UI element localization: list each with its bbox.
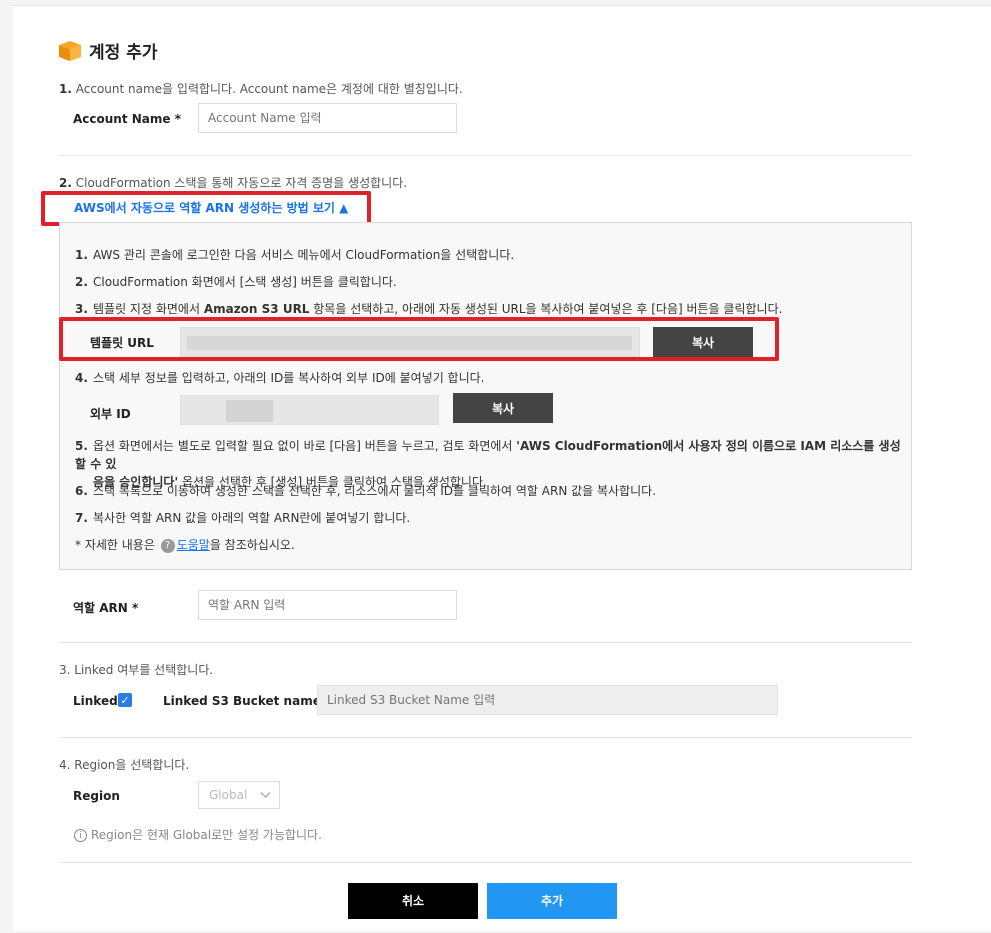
account-name-input[interactable] [198, 103, 457, 133]
chevron-down-icon [260, 792, 271, 798]
guide-step-emphasis: Amazon S3 URL [203, 302, 310, 316]
guide-box: 1. AWS 관리 콘솔에 로그인한 다음 서비스 메뉴에서 CloudForma… [59, 222, 912, 570]
divider [59, 642, 912, 643]
linked-label: Linked [73, 694, 118, 708]
guide-step-text: AWS 관리 콘솔에 로그인한 다음 서비스 메뉴에서 CloudFormati… [93, 248, 515, 262]
step2-description: 2. CloudFormation 스택을 통해 자동으로 자격 증명을 생성합… [59, 174, 407, 191]
step3-number: 3. [59, 663, 71, 677]
guide-step-text: 스택 세부 정보를 입력하고, 아래의 ID를 복사하여 외부 ID에 붙여넣기… [93, 371, 485, 385]
step4-text: Region을 선택합니다. [74, 758, 190, 772]
copy-template-url-button[interactable]: 복사 [653, 327, 753, 357]
account-name-label: Account Name * [73, 112, 181, 126]
region-info-text: Region은 현재 Global로만 설정 가능합니다. [91, 828, 322, 842]
add-button[interactable]: 추가 [487, 883, 617, 919]
linked-checkbox[interactable]: ✓ [118, 693, 132, 707]
page-header: 계정 추가 [59, 38, 157, 63]
linked-bucket-input[interactable] [317, 685, 778, 715]
divider [59, 155, 912, 156]
add-account-panel: 계정 추가 1. Account name을 입력합니다. Account na… [13, 5, 991, 931]
step2-number: 2. [59, 176, 72, 190]
template-url-field[interactable] [180, 327, 640, 357]
guide-step-number: 7. [75, 511, 88, 525]
divider [59, 862, 912, 863]
guide-step-3: 3. 템플릿 지정 화면에서 Amazon S3 URL 항목을 선택하고, 아래… [75, 300, 782, 318]
cancel-button[interactable]: 취소 [348, 883, 478, 919]
guide-step-1: 1. AWS 관리 콘솔에 로그인한 다음 서비스 메뉴에서 CloudForma… [75, 246, 514, 264]
copy-external-id-button[interactable]: 복사 [453, 393, 553, 423]
step4-number: 4. [59, 758, 71, 772]
guide-step-text: 옵션 화면에서는 별도로 입력할 필요 없이 바로 [다음] 버튼을 누르고, … [93, 439, 517, 453]
box-icon [59, 40, 81, 61]
guide-step-number: 1. [75, 248, 88, 262]
guide-step-number: 4. [75, 371, 88, 385]
show-guide-toggle[interactable]: AWS에서 자동으로 역할 ARN 생성하는 방법 보기 ▲ [74, 199, 348, 216]
question-circle-icon: ? [160, 538, 175, 553]
divider [59, 737, 912, 738]
step1-description: 1. Account name을 입력합니다. Account name은 계정… [59, 80, 463, 97]
page-title: 계정 추가 [89, 43, 158, 63]
help-note: * 자세한 내용은 ? 도움말을 참조하십시오. [75, 536, 295, 554]
guide-step-6: 6. 스택 목록으로 이동하여 생성한 스택을 선택한 후, 리소스에서 물리적 … [75, 482, 656, 500]
help-note-text: * 자세한 내용은 [75, 538, 155, 552]
guide-step-number: 2. [75, 275, 88, 289]
redacted-id [226, 400, 273, 422]
region-info: i Region은 현재 Global로만 설정 가능합니다. [74, 826, 322, 843]
redacted-url [187, 336, 632, 350]
guide-step-text: 템플릿 지정 화면에서 [93, 302, 204, 316]
role-arn-label: 역할 ARN * [73, 601, 139, 615]
role-arn-input[interactable] [198, 590, 457, 620]
region-label: Region [73, 789, 120, 803]
region-value: Global [209, 788, 248, 802]
step1-number: 1. [59, 82, 72, 96]
toggle-label: AWS에서 자동으로 역할 ARN 생성하는 방법 보기 [74, 201, 335, 215]
guide-step-number: 5. [75, 439, 88, 453]
step3-description: 3. Linked 여부를 선택합니다. [59, 661, 213, 678]
guide-step-text: 항목을 선택하고, 아래에 자동 생성된 URL을 복사하여 붙여넣은 후 [다… [309, 302, 783, 316]
linked-bucket-label: Linked S3 Bucket name [163, 694, 321, 708]
region-select[interactable]: Global [198, 781, 280, 809]
step3-text: Linked 여부를 선택합니다. [74, 663, 214, 677]
external-id-label: 외부 ID [90, 407, 131, 421]
guide-step-text: 복사한 역할 ARN 값을 아래의 역할 ARN란에 붙여넣기 합니다. [93, 511, 411, 525]
help-link[interactable]: 도움말 [177, 538, 210, 552]
guide-step-7: 7. 복사한 역할 ARN 값을 아래의 역할 ARN란에 붙여넣기 합니다. [75, 509, 410, 527]
guide-step-number: 3. [75, 302, 88, 316]
guide-step-4: 4. 스택 세부 정보를 입력하고, 아래의 ID를 복사하여 외부 ID에 붙여… [75, 369, 485, 387]
help-note-text: 을 참조하십시오. [209, 538, 295, 552]
check-icon: ✓ [120, 693, 130, 707]
guide-step-text: 스택 목록으로 이동하여 생성한 스택을 선택한 후, 리소스에서 물리적 ID… [93, 484, 657, 498]
step4-description: 4. Region을 선택합니다. [59, 756, 189, 773]
step1-text: Account name을 입력합니다. Account name은 계정에 대… [75, 82, 463, 96]
info-icon: i [74, 829, 87, 842]
external-id-field[interactable] [180, 395, 439, 425]
guide-step-number: 6. [75, 484, 88, 498]
caret-up-icon: ▲ [339, 201, 349, 215]
template-url-label: 템플릿 URL [90, 336, 154, 350]
guide-step-text: CloudFormation 화면에서 [스택 생성] 버튼을 클릭합니다. [93, 275, 397, 289]
guide-step-2: 2. CloudFormation 화면에서 [스택 생성] 버튼을 클릭합니다. [75, 273, 397, 291]
step2-text: CloudFormation 스택을 통해 자동으로 자격 증명을 생성합니다. [75, 176, 408, 190]
